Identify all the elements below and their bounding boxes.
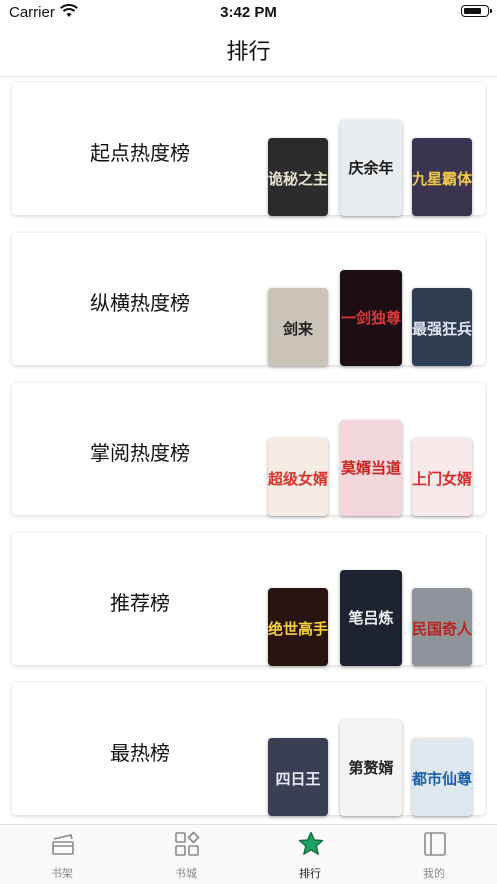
book-cover[interactable]: 绝世高手 [268,588,328,666]
tab-bookstore[interactable]: 书城 [124,825,248,884]
book-cover[interactable]: 笔吕炼 [340,570,402,666]
ranking-list[interactable]: 起点热度榜 诡秘之主 庆余年 九星霸体 纵横热度榜 剑来 一剑独尊 最强狂兵 掌… [0,77,497,824]
status-time: 3:42 PM [220,4,277,21]
bookshelf-icon [52,834,74,855]
book-cover[interactable]: 莫婿当道 [340,420,402,516]
book-cover[interactable]: 九星霸体 [412,138,472,216]
battery-icon [461,5,492,17]
book-cover[interactable]: 上门女婿 [412,438,472,516]
book-cover[interactable]: 四日王 [268,738,328,816]
ranking-card-title: 起点热度榜 [90,141,190,165]
ranking-card-qidian[interactable]: 起点热度榜 诡秘之主 庆余年 九星霸体 [12,83,485,216]
book-cover[interactable]: 超级女婿 [268,438,328,516]
book-cover[interactable]: 第赘婿 [340,720,402,816]
tab-bar: 书架 书城 排行 我的 [0,824,497,884]
tab-bookshelf[interactable]: 书架 [0,825,124,884]
profile-book-icon [424,832,446,856]
page-title: 排行 [226,40,271,65]
ranking-card-title: 掌阅热度榜 [90,441,190,465]
ranking-card-zongheng[interactable]: 纵横热度榜 剑来 一剑独尊 最强狂兵 [12,233,485,366]
book-cover[interactable]: 民国奇人 [412,588,472,666]
book-cover[interactable]: 诡秘之主 [268,138,328,216]
star-icon [298,831,324,855]
tab-label: 书城 [175,867,197,880]
book-cover[interactable]: 最强狂兵 [412,288,472,366]
book-cover[interactable]: 一剑独尊 [340,270,402,366]
status-bar: Carrier 3:42 PM [0,0,497,26]
book-cover[interactable]: 庆余年 [340,120,402,216]
ranking-card-recommended[interactable]: 推荐榜 绝世高手 笔吕炼 民国奇人 [12,533,485,666]
bookstore-grid-icon [175,831,200,856]
tab-mine[interactable]: 我的 [372,825,496,884]
ranking-card-zhangyue[interactable]: 掌阅热度榜 超级女婿 莫婿当道 上门女婿 [12,383,485,516]
tab-ranking[interactable]: 排行 [248,825,372,884]
tab-label: 书架 [51,867,73,880]
tab-label: 排行 [299,867,321,880]
book-cover[interactable]: 都市仙尊 [412,738,472,816]
ranking-card-title: 纵横热度榜 [90,291,190,315]
ranking-card-title: 最热榜 [110,741,170,765]
ranking-card-hottest[interactable]: 最热榜 四日王 第赘婿 都市仙尊 [12,683,485,816]
book-cover[interactable]: 剑来 [268,288,328,366]
ranking-card-title: 推荐榜 [110,591,170,615]
tab-label: 我的 [423,867,445,880]
